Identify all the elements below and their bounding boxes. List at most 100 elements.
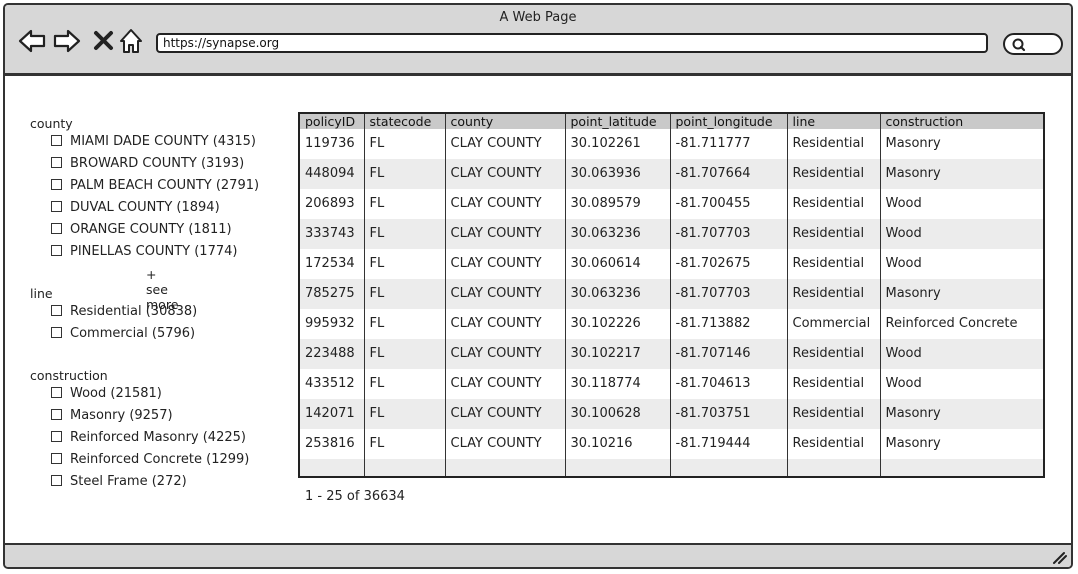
table-cell: -81.707146 [670, 339, 788, 369]
column-header-point-longitude[interactable]: point_longitude [670, 114, 788, 129]
table-row[interactable]: 253816 FL CLAY COUNTY 30.10216 -81.719444 Res… [300, 429, 1043, 459]
table-cell: 448094 [300, 159, 365, 189]
facet-option[interactable]: Residential (30838) [51, 303, 197, 321]
back-arrow-icon[interactable] [17, 26, 47, 56]
table-row[interactable]: 119736 FL CLAY COUNTY 30.102261 -81.711777 Re… [300, 129, 1043, 159]
table-cell: -81.702675 [670, 249, 788, 279]
table-cell: 30.118774 [565, 369, 671, 399]
table-cell: FL [364, 399, 446, 429]
column-header-construction[interactable]: construction [880, 114, 1043, 129]
facet-option[interactable]: Masonry (9257) [51, 407, 173, 425]
table-cell: 30.102261 [565, 129, 671, 159]
checkbox[interactable] [51, 305, 62, 316]
table-cell: 30.10216 [565, 429, 671, 459]
table-cell: CLAY COUNTY [445, 279, 566, 309]
checkbox[interactable] [51, 387, 62, 398]
table-cell: FL [364, 219, 446, 249]
column-header-policyid[interactable]: policyID [300, 114, 365, 129]
facet-option-label: ORANGE COUNTY (1811) [70, 222, 232, 237]
table-cell: Residential [787, 339, 881, 369]
checkbox[interactable] [51, 409, 62, 420]
facet-option-label: DUVAL COUNTY (1894) [70, 200, 220, 215]
table-cell: FL [364, 309, 446, 339]
table-cell: -81.707664 [670, 159, 788, 189]
facet-option[interactable]: Wood (21581) [51, 385, 162, 403]
address-bar[interactable]: https://synapse.org [156, 33, 988, 53]
search-icon [1012, 38, 1026, 52]
facet-option-label: BROWARD COUNTY (3193) [70, 156, 245, 171]
search-box[interactable] [1003, 33, 1063, 55]
resize-grip-icon[interactable] [1051, 550, 1067, 564]
table-cell: 995932 [300, 309, 365, 339]
table-cell: CLAY COUNTY [445, 399, 566, 429]
facet-option-label: PINELLAS COUNTY (1774) [70, 244, 238, 259]
table-cell: Wood [880, 249, 1043, 279]
table-cell: 785275 [300, 279, 365, 309]
column-header-line[interactable]: line [787, 114, 881, 129]
table-cell: Reinforced Concrete [880, 309, 1043, 339]
column-header-county[interactable]: county [445, 114, 566, 129]
facet-option[interactable]: BROWARD COUNTY (3193) [51, 155, 244, 173]
facet-option-label: Wood (21581) [70, 386, 162, 401]
table-header-row: policyID statecode county point_latitude poi… [300, 114, 1043, 129]
table-cell: FL [364, 129, 446, 159]
checkbox[interactable] [51, 431, 62, 442]
table-cell: -81.719444 [670, 429, 788, 459]
table-row[interactable]: 995932 FL CLAY COUNTY 30.102226 -81.713882 Co… [300, 309, 1043, 339]
table-cell: -81.703751 [670, 399, 788, 429]
facet-option[interactable]: MIAMI DADE COUNTY (4315) [51, 133, 256, 151]
facet-option-label: Residential (30838) [70, 304, 198, 319]
facet-option[interactable]: PINELLAS COUNTY (1774) [51, 243, 237, 261]
table-cell: -81.711777 [670, 129, 788, 159]
facet-option-label: Steel Frame (272) [70, 474, 187, 489]
table-cell: 206893 [300, 189, 365, 219]
table-cell: CLAY COUNTY [445, 129, 566, 159]
table-cell [300, 459, 365, 476]
facet-option[interactable]: Reinforced Concrete (1299) [51, 451, 249, 469]
close-icon[interactable] [90, 26, 120, 56]
browser-toolbar: A Web Page https://synapse.org [5, 5, 1071, 76]
column-header-point-latitude[interactable]: point_latitude [565, 114, 671, 129]
table-row[interactable]: 333743 FL CLAY COUNTY 30.063236 -81.707703 Re… [300, 219, 1043, 249]
checkbox[interactable] [51, 201, 62, 212]
table-row[interactable]: 785275 FL CLAY COUNTY 30.063236 -81.707703 Re… [300, 279, 1043, 309]
column-header-statecode[interactable]: statecode [364, 114, 446, 129]
checkbox[interactable] [51, 179, 62, 190]
facet-option[interactable]: Steel Frame (272) [51, 473, 187, 491]
table-cell: FL [364, 429, 446, 459]
table-cell: FL [364, 369, 446, 399]
table-row[interactable]: 433512 FL CLAY COUNTY 30.118774 -81.704613 Re… [300, 369, 1043, 399]
facet-option[interactable]: PALM BEACH COUNTY (2791) [51, 177, 259, 195]
forward-arrow-icon[interactable] [52, 26, 82, 56]
home-icon[interactable] [117, 26, 147, 56]
facet-title-line: line [30, 286, 53, 301]
table-cell: 30.102226 [565, 309, 671, 339]
checkbox[interactable] [51, 223, 62, 234]
facet-option[interactable]: ORANGE COUNTY (1811) [51, 221, 232, 239]
window-title: A Web Page [499, 10, 577, 25]
checkbox[interactable] [51, 453, 62, 464]
checkbox[interactable] [51, 475, 62, 486]
facet-title-county: county [30, 116, 73, 131]
table-row[interactable]: 448094 FL CLAY COUNTY 30.063936 -81.707664 Re… [300, 159, 1043, 189]
table-cell: Residential [787, 399, 881, 429]
checkbox[interactable] [51, 157, 62, 168]
table-cell: Residential [787, 129, 881, 159]
checkbox[interactable] [51, 245, 62, 256]
table-cell: Residential [787, 429, 881, 459]
facet-option[interactable]: Commercial (5796) [51, 325, 195, 343]
table-row[interactable]: 172534 FL CLAY COUNTY 30.060614 -81.702675 Re… [300, 249, 1043, 279]
table-cell: Residential [787, 369, 881, 399]
facet-option[interactable]: DUVAL COUNTY (1894) [51, 199, 220, 217]
table-row[interactable]: 142071 FL CLAY COUNTY 30.100628 -81.703751 Re… [300, 399, 1043, 429]
facet-option[interactable]: Reinforced Masonry (4225) [51, 429, 246, 447]
table-cell: CLAY COUNTY [445, 339, 566, 369]
table-row[interactable]: 223488 FL CLAY COUNTY 30.102217 -81.707146 Re… [300, 339, 1043, 369]
checkbox[interactable] [51, 135, 62, 146]
table-row[interactable] [300, 459, 1043, 476]
table-cell: FL [364, 279, 446, 309]
table-row[interactable]: 206893 FL CLAY COUNTY 30.089579 -81.700455 Re… [300, 189, 1043, 219]
checkbox[interactable] [51, 327, 62, 338]
table-cell: 253816 [300, 429, 365, 459]
table-cell: CLAY COUNTY [445, 219, 566, 249]
